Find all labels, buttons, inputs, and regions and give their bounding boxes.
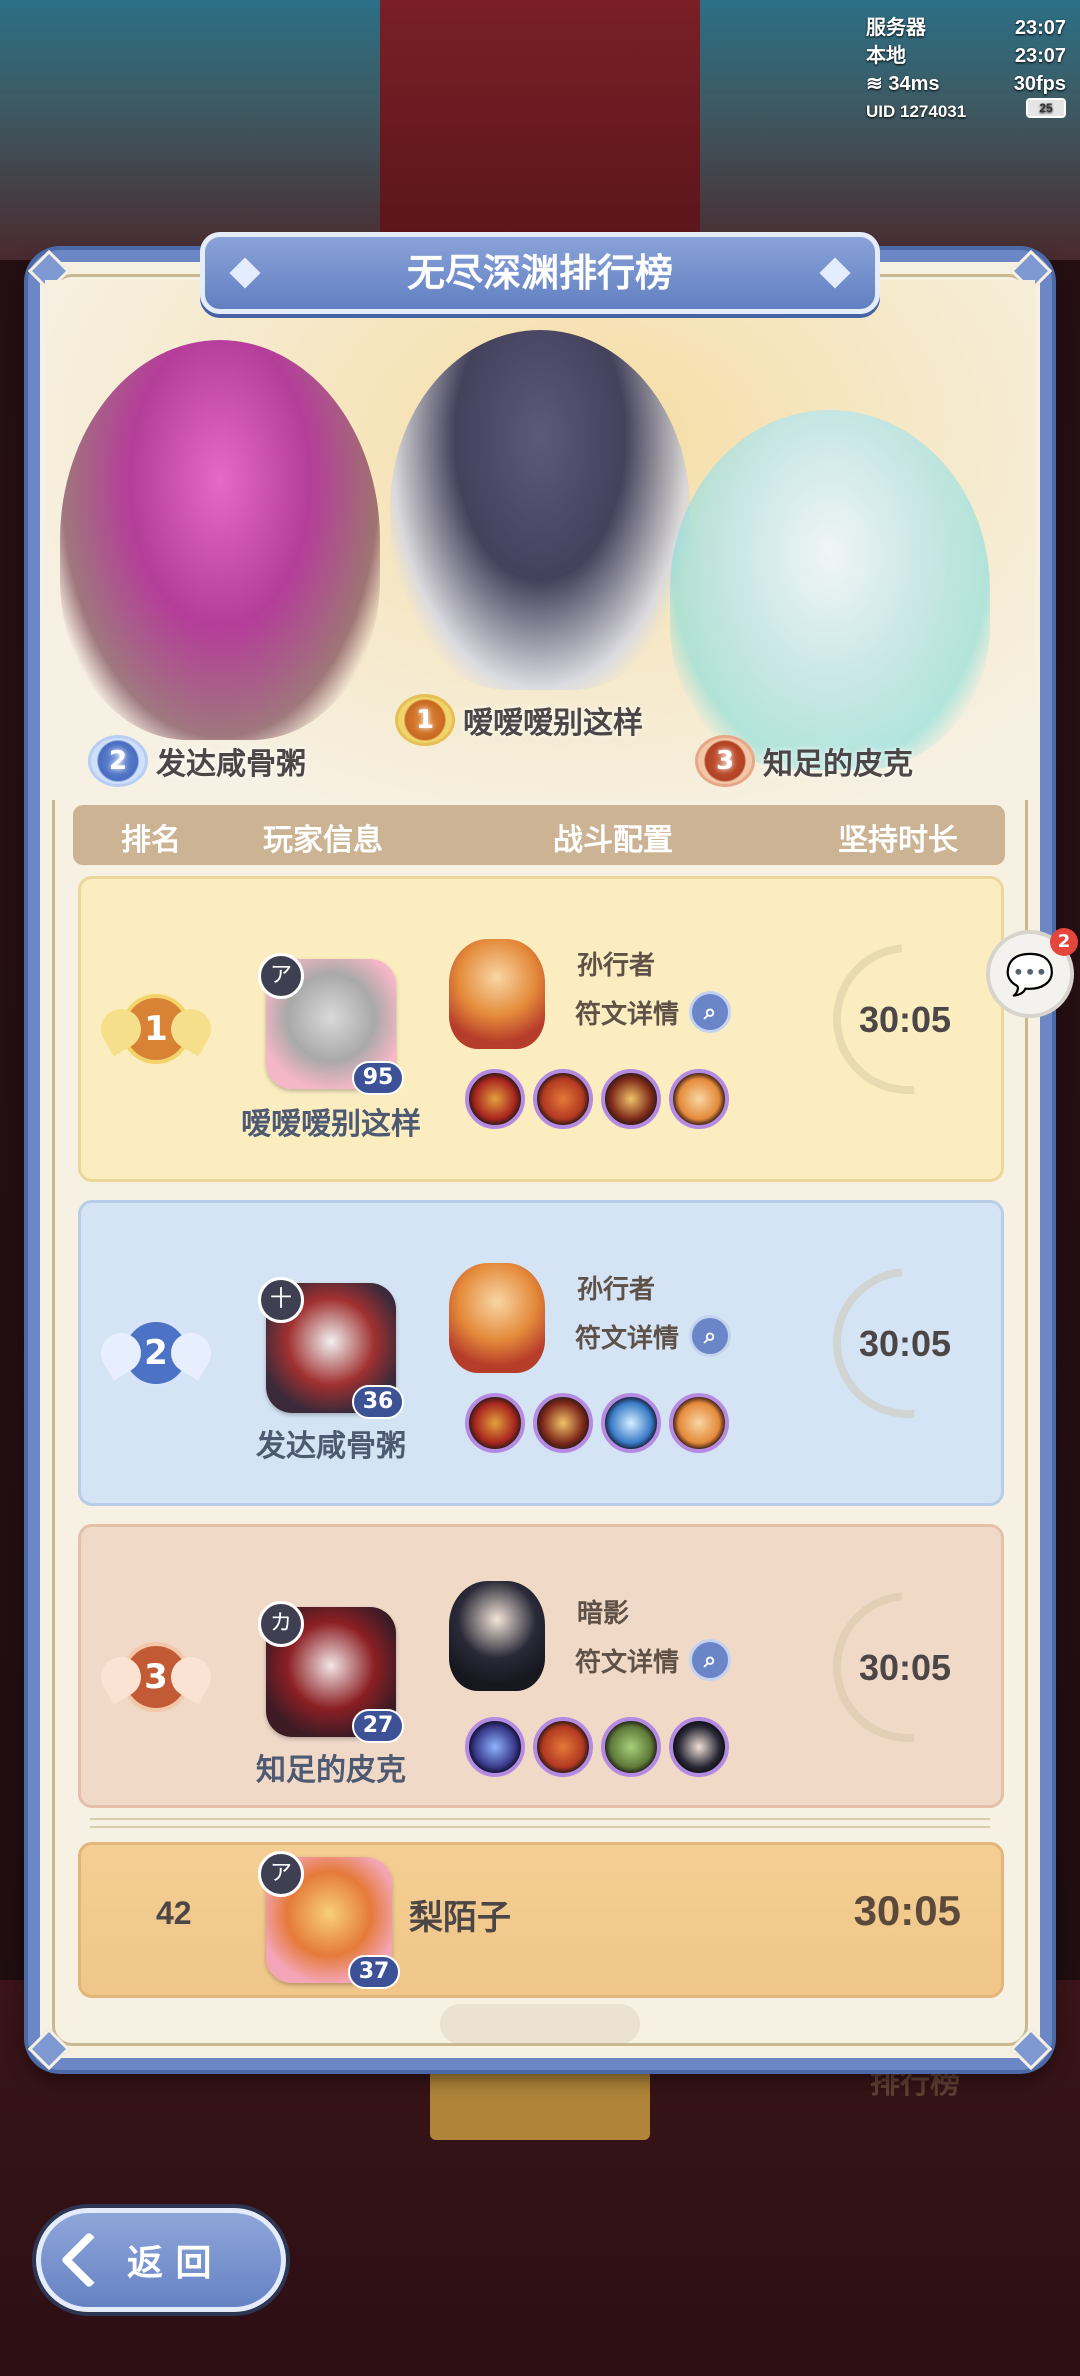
- player-name: 发达咸骨粥: [256, 1429, 406, 1464]
- title-icon: 十: [258, 1277, 304, 1323]
- player-name: 知足的皮克: [256, 1753, 406, 1788]
- my-rank-row[interactable]: 42 ア 37 梨陌子 30:05: [78, 1842, 1004, 1998]
- search-icon[interactable]: ⌕: [689, 991, 732, 1033]
- back-label: 返 回: [127, 2243, 212, 2284]
- header-battle: 战斗配置: [553, 823, 673, 858]
- chat-badge: 2: [1050, 928, 1078, 956]
- my-rank: 42: [156, 1895, 192, 1931]
- table-header: 排名 玩家信息 战斗配置 坚持时长: [73, 805, 1005, 865]
- podium-name: 嗳嗳嗳别这样: [463, 706, 643, 741]
- avatar[interactable]: カ 27: [258, 1601, 404, 1743]
- chat-icon: 💬: [1005, 951, 1055, 998]
- podium-rank-1: 1 嗳嗳嗳别这样: [395, 694, 643, 746]
- header-rank: 排名: [121, 823, 181, 858]
- title-icon: カ: [258, 1601, 304, 1647]
- header-player: 玩家信息: [263, 823, 383, 858]
- header-duration: 坚持时长: [838, 823, 958, 858]
- podium-name: 知足的皮克: [763, 747, 913, 782]
- rank-2-character[interactable]: [60, 340, 380, 740]
- shadow-hero-icon[interactable]: [669, 1717, 729, 1777]
- avatar[interactable]: ア 95: [258, 953, 404, 1095]
- table-row[interactable]: 2 十 36 发达咸骨粥 孙行者 符文详情 ⌕ 30:05: [78, 1200, 1014, 1506]
- back-button[interactable]: 返 回: [36, 2208, 286, 2312]
- rank-2-wing-badge-icon: 2: [101, 1303, 211, 1403]
- rank-3-character[interactable]: [670, 410, 990, 770]
- rune-details-link[interactable]: 符文详情 ⌕: [575, 1639, 732, 1681]
- arrows-icon[interactable]: [601, 1069, 661, 1129]
- podium-name: 发达咸骨粥: [156, 747, 306, 782]
- rune-details-link[interactable]: 符文详情 ⌕: [575, 991, 732, 1033]
- search-icon[interactable]: ⌕: [689, 1639, 732, 1681]
- rank-1-character[interactable]: [390, 330, 690, 690]
- table-row[interactable]: 3 カ 27 知足的皮克 暗影 符文详情 ⌕ 30:05: [78, 1524, 1014, 1808]
- book-icon[interactable]: [533, 1069, 593, 1129]
- local-label: 本地: [866, 45, 906, 67]
- duration: 30:05: [859, 1647, 952, 1688]
- rank-1-wing-badge-icon: 1: [101, 979, 211, 1079]
- player-name: 梨陌子: [409, 1898, 511, 1938]
- search-icon[interactable]: ⌕: [689, 1315, 732, 1357]
- podium-rank-2: 2 发达咸骨粥: [88, 735, 306, 787]
- hero-icon[interactable]: [669, 1393, 729, 1453]
- hero-name: 孙行者: [577, 951, 656, 981]
- level-badge: 27: [352, 1709, 404, 1743]
- status-overlay: 服务器 23:07 本地 23:07 ≋ 34ms 30fps UID 1274031…: [866, 14, 1066, 126]
- player-name: 嗳嗳嗳别这样: [241, 1107, 421, 1142]
- server-label: 服务器: [866, 17, 926, 39]
- level-badge: 36: [352, 1385, 404, 1419]
- divider: [90, 1818, 990, 1828]
- book-icon[interactable]: [533, 1717, 593, 1777]
- rune-details-link[interactable]: 符文详情 ⌕: [575, 1315, 732, 1357]
- monkey-hero-icon: [449, 1263, 545, 1373]
- rank-3-wing-badge-icon: 3: [101, 1627, 211, 1727]
- duration: 30:05: [859, 1323, 952, 1364]
- table-row[interactable]: 1 ア 95 嗳嗳嗳别这样 孙行者 符文详情 ⌕ 30:05: [78, 876, 1014, 1182]
- level-badge: 37: [348, 1955, 400, 1989]
- hero-name: 暗影: [577, 1599, 630, 1629]
- avatar[interactable]: 十 36: [258, 1277, 404, 1419]
- title-icon: ア: [258, 953, 304, 999]
- arrows-icon[interactable]: [533, 1393, 593, 1453]
- feather-icon[interactable]: [601, 1393, 661, 1453]
- podium-rank-3: 3 知足的皮克: [695, 735, 913, 787]
- level-badge: 95: [352, 1061, 404, 1095]
- monkey-hero-icon: [449, 939, 545, 1049]
- rank-1-badge-icon: 1: [395, 694, 455, 746]
- title-icon: ア: [258, 1851, 304, 1897]
- wifi-icon: ≋: [866, 73, 883, 95]
- firecracker-icon[interactable]: [465, 1069, 525, 1129]
- firecracker-icon[interactable]: [465, 1393, 525, 1453]
- server-time: 23:07: [1014, 17, 1066, 39]
- page-title: 无尽深渊排行榜: [200, 232, 880, 314]
- uid: UID 1274031: [866, 102, 967, 121]
- local-time: 23:07: [1014, 45, 1066, 67]
- fps: 30fps: [1013, 73, 1066, 95]
- rank-2-badge-icon: 2: [88, 735, 148, 787]
- duration: 30:05: [859, 999, 952, 1040]
- hero-icon[interactable]: [669, 1069, 729, 1129]
- leaf-icon[interactable]: [601, 1717, 661, 1777]
- avatar[interactable]: ア 37: [258, 1851, 400, 1989]
- battery-icon: 25: [1026, 98, 1066, 118]
- shadow-hero-icon: [449, 1581, 545, 1691]
- hero-name: 孙行者: [577, 1275, 656, 1305]
- rank-3-badge-icon: 3: [695, 735, 755, 787]
- moon-icon[interactable]: [465, 1717, 525, 1777]
- panel-bottom-ornament: [440, 2004, 640, 2044]
- back-arrow-icon: [60, 2231, 118, 2289]
- duration: 30:05: [853, 1887, 961, 1934]
- ping: ≋ 34ms: [866, 73, 940, 95]
